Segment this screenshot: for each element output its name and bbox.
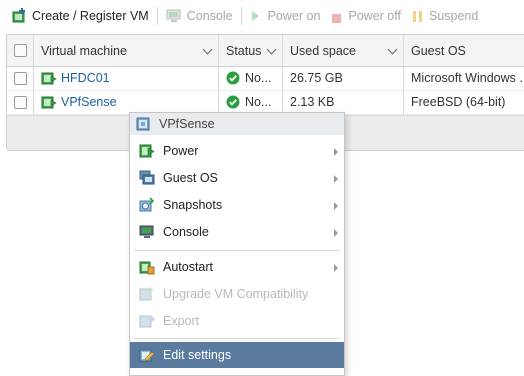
select-all-checkbox[interactable] — [14, 44, 27, 57]
snapshots-icon — [139, 197, 155, 213]
pause-icon — [412, 10, 422, 22]
vm-name-link[interactable]: HFDC01 — [61, 66, 211, 90]
status-ok-icon — [226, 71, 240, 85]
menu-item-upgrade-vm-compatibility[interactable]: Upgrade VM Compatibility — [130, 280, 344, 307]
upgrade-icon — [139, 286, 155, 302]
power-on-button[interactable]: Power on — [250, 0, 321, 32]
status-text: No... — [245, 95, 272, 109]
create-vm-icon — [12, 8, 28, 24]
context-menu-title-label: VPfSense — [159, 117, 215, 131]
submenu-arrow-icon — [334, 264, 338, 272]
vm-icon — [136, 116, 152, 132]
context-menu: VPfSense Power Guest OS Snapshots Consol… — [129, 112, 345, 376]
guest-os-value: Microsoft Windows ... — [411, 71, 524, 85]
console-label: Console — [186, 9, 233, 23]
menu-separator — [134, 250, 340, 251]
table-header: Virtual machine Status Used space Guest … — [7, 35, 524, 67]
status-text: No... — [245, 71, 272, 85]
column-header-guest-os[interactable]: Guest OS — [411, 35, 521, 66]
column-header-status-label: Status — [226, 43, 262, 58]
submenu-arrow-icon — [334, 148, 338, 156]
menu-item-guest-os[interactable]: Guest OS — [130, 164, 344, 191]
menu-item-export-label: Export — [163, 313, 200, 328]
menu-item-console-label: Console — [163, 224, 209, 239]
status-ok-icon — [226, 95, 240, 109]
menu-item-snapshots[interactable]: Snapshots — [130, 191, 344, 218]
power-off-label: Power off — [348, 9, 401, 23]
menu-item-edit-settings[interactable]: Edit settings — [130, 342, 344, 368]
submenu-arrow-icon — [334, 229, 338, 237]
console-button[interactable]: Console — [166, 0, 233, 32]
used-space-value: 26.75 GB — [290, 71, 343, 85]
console-icon — [139, 224, 155, 240]
toolbar: Create / Register VM Console Power on Po… — [0, 0, 524, 32]
menu-item-guest-os-label: Guest OS — [163, 170, 218, 185]
create-register-vm-label: Create / Register VM — [32, 9, 149, 23]
menu-item-console[interactable]: Console — [130, 218, 344, 245]
power-off-button[interactable]: Power off — [332, 0, 401, 32]
vm-icon — [41, 70, 57, 86]
suspend-label: Suspend — [428, 9, 479, 23]
suspend-button[interactable]: Suspend — [412, 0, 479, 32]
stop-icon — [332, 12, 342, 23]
guest-os-icon — [139, 170, 155, 186]
row-checkbox[interactable] — [14, 72, 27, 85]
menu-separator — [134, 338, 340, 339]
submenu-arrow-icon — [334, 175, 338, 183]
autostart-icon — [139, 259, 155, 275]
toolbar-separator — [156, 7, 158, 25]
used-space-value: 2.13 KB — [290, 95, 335, 109]
create-register-vm-button[interactable]: Create / Register VM — [12, 0, 149, 32]
guest-os-value: FreeBSD (64-bit) — [411, 95, 506, 109]
menu-item-upgrade-label: Upgrade VM Compatibility — [163, 286, 309, 301]
column-header-used-space-label: Used space — [290, 43, 357, 58]
edit-settings-icon — [139, 347, 155, 363]
menu-item-snapshots-label: Snapshots — [163, 197, 223, 212]
menu-item-export[interactable]: Export — [130, 307, 344, 334]
menu-item-autostart-label: Autostart — [163, 259, 214, 274]
row-checkbox[interactable] — [14, 96, 27, 109]
console-icon — [166, 8, 182, 24]
table-row[interactable]: HFDC01 No... 26.75 GB Microsoft Windows … — [7, 66, 524, 91]
context-menu-title: VPfSense — [130, 113, 344, 135]
column-header-guest-os-label: Guest OS — [411, 43, 466, 58]
export-icon — [139, 313, 156, 329]
power-icon — [139, 143, 155, 159]
menu-item-autostart[interactable]: Autostart — [130, 253, 344, 280]
menu-item-power[interactable]: Power — [130, 137, 344, 164]
column-header-used-space[interactable]: Used space — [290, 35, 390, 66]
submenu-arrow-icon — [334, 202, 338, 210]
vm-name-link[interactable]: VPfSense — [61, 90, 211, 114]
play-icon — [250, 10, 260, 22]
vm-icon — [41, 94, 57, 110]
power-on-label: Power on — [267, 9, 321, 23]
toolbar-separator — [240, 7, 242, 25]
menu-item-edit-settings-label: Edit settings — [163, 348, 232, 362]
column-header-vm-label: Virtual machine — [41, 43, 127, 58]
menu-item-power-label: Power — [163, 143, 199, 158]
column-header-virtual-machine[interactable]: Virtual machine — [41, 35, 217, 66]
